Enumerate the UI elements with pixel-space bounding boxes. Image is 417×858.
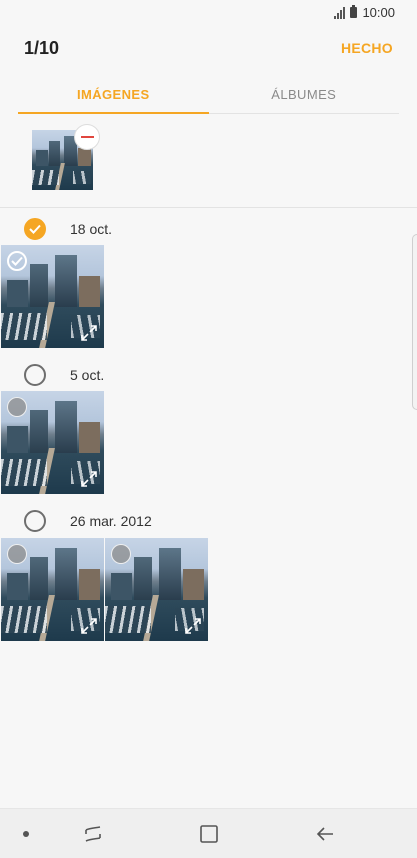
group-checkbox-26-mar-2012[interactable] <box>24 510 46 532</box>
group-checkbox-5-oct[interactable] <box>24 364 46 386</box>
divider <box>0 207 417 208</box>
expand-icon[interactable] <box>80 470 98 488</box>
photo-thumbnail[interactable] <box>1 391 104 494</box>
photo-thumbnail[interactable] <box>105 538 208 641</box>
expand-icon[interactable] <box>80 324 98 342</box>
battery-icon <box>350 5 358 18</box>
checkmark-icon <box>29 224 41 234</box>
navigation-bar <box>0 808 417 858</box>
checkmark-icon <box>11 256 23 266</box>
recent-apps-icon[interactable] <box>81 822 105 846</box>
group-date: 26 mar. 2012 <box>70 513 152 529</box>
photo-checkbox[interactable] <box>7 251 27 271</box>
photo-checkbox[interactable] <box>7 544 27 564</box>
photo-thumbnail[interactable] <box>1 245 104 348</box>
home-icon[interactable] <box>197 822 221 846</box>
group-date: 18 oct. <box>70 221 113 237</box>
status-time: 10:00 <box>362 5 395 20</box>
nav-dot-indicator <box>23 831 29 837</box>
group-checkbox-18-oct[interactable] <box>24 218 46 240</box>
photo-checkbox[interactable] <box>7 397 27 417</box>
status-icons: 10:00 <box>334 5 395 20</box>
group-date: 5 oct. <box>70 367 105 383</box>
header: 1/10 HECHO <box>0 38 417 64</box>
back-icon[interactable] <box>313 822 337 846</box>
photo-thumbnail[interactable] <box>1 538 104 641</box>
expand-icon[interactable] <box>80 617 98 635</box>
done-button[interactable]: HECHO <box>341 40 393 56</box>
signal-icon <box>334 6 346 19</box>
tab-bar: IMÁGENES ÁLBUMES <box>18 80 399 114</box>
tab-images[interactable]: IMÁGENES <box>18 80 209 114</box>
status-bar: 10:00 <box>0 0 417 26</box>
minus-circle-icon <box>80 136 94 138</box>
expand-icon[interactable] <box>184 617 202 635</box>
remove-selected-button[interactable] <box>74 124 100 150</box>
photo-checkbox[interactable] <box>111 544 131 564</box>
selection-count: 1/10 <box>24 38 60 58</box>
tab-albums[interactable]: ÁLBUMES <box>209 80 400 113</box>
scroll-handle[interactable] <box>412 234 417 410</box>
